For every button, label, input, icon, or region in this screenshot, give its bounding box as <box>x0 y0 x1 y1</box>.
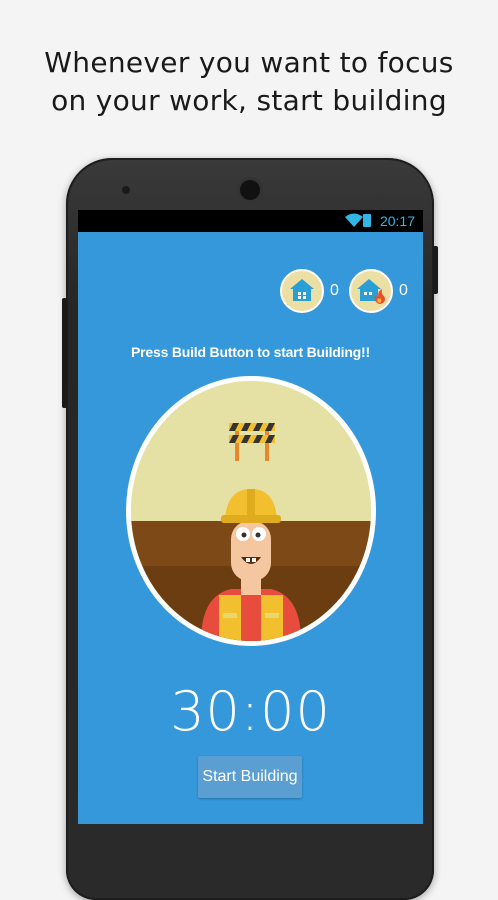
start-building-button[interactable]: Start Building <box>198 756 302 798</box>
status-bar: 20:17 <box>78 210 423 232</box>
volume-button <box>62 298 67 408</box>
builder-avatar <box>126 376 376 646</box>
headline: Whenever you want to focus on your work,… <box>0 44 498 120</box>
burnt-counter[interactable]: 0 <box>349 269 408 313</box>
headline-line-1: Whenever you want to focus <box>44 46 454 79</box>
status-time: 20:17 <box>379 213 415 229</box>
built-counter[interactable]: 0 <box>280 269 339 313</box>
battery-charging-icon <box>363 214 371 227</box>
headline-line-2: on your work, start building <box>51 84 447 117</box>
builder-illustration <box>131 381 371 641</box>
built-count: 0 <box>330 282 339 299</box>
countdown-timer: 30:00 <box>170 680 331 743</box>
build-prompt: Press Build Button to start Building!! <box>131 344 370 360</box>
power-button <box>433 246 438 294</box>
wifi-icon <box>345 213 363 230</box>
house-icon <box>280 269 324 313</box>
house-fire-icon <box>349 269 393 313</box>
app-screen: 20:17 0 0 Press Build Button to start Bu… <box>78 210 423 824</box>
proximity-sensor <box>122 186 130 194</box>
burnt-count: 0 <box>399 282 408 299</box>
front-camera <box>240 180 260 200</box>
